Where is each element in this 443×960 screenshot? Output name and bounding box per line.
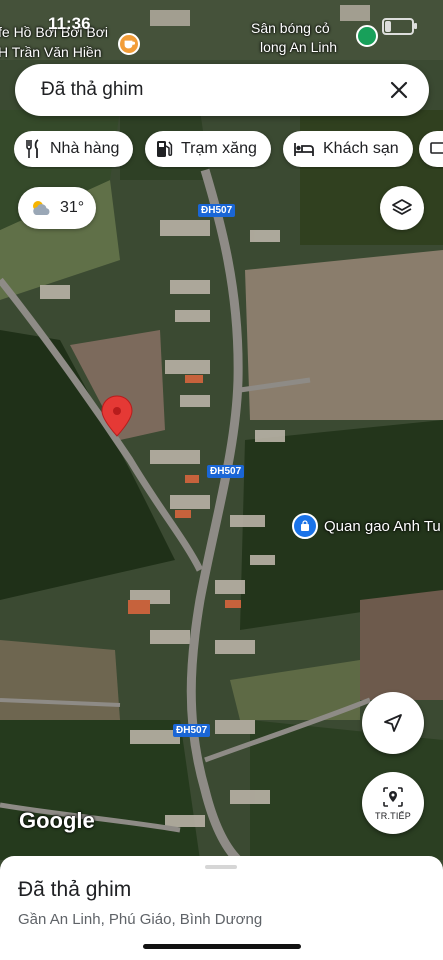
street-view-button[interactable]: TR.TIẾP xyxy=(362,772,424,834)
chip-hotels[interactable]: Khách sạn xyxy=(283,131,413,167)
shopping-bag-icon xyxy=(292,513,318,539)
category-chips: Nhà hàng Trạm xăng Khách sạn xyxy=(14,131,443,169)
road-label-2: ĐH507 xyxy=(207,465,245,478)
google-attribution: Google xyxy=(19,808,95,833)
cafe-icon[interactable] xyxy=(118,33,140,55)
restaurant-icon xyxy=(26,139,39,158)
drag-handle[interactable] xyxy=(205,865,237,869)
sheet-title: Đã thả ghim xyxy=(18,878,132,901)
layers-icon xyxy=(392,199,412,215)
chip-gas-stations[interactable]: Trạm xăng xyxy=(145,131,271,167)
street-view-icon xyxy=(383,787,403,807)
weather-chip[interactable]: 31° xyxy=(18,187,96,229)
navigation-arrow-icon xyxy=(384,714,402,732)
chip-label: Nhà hàng xyxy=(50,140,120,157)
field-bottom-right xyxy=(360,590,443,700)
weather-temperature: 31° xyxy=(60,199,85,216)
poi-shop-label: Quan gao Anh Tu xyxy=(324,517,441,535)
search-bar[interactable]: Đã thả ghim xyxy=(15,64,429,116)
status-time: 11:36 xyxy=(48,14,91,33)
chip-label: Khách sạn xyxy=(323,140,399,157)
chip-restaurants[interactable]: Nhà hàng xyxy=(14,131,134,167)
more-category-icon xyxy=(430,142,443,154)
field-right xyxy=(245,250,443,420)
partly-cloudy-icon xyxy=(33,201,50,215)
close-icon[interactable] xyxy=(383,74,415,106)
chip-more[interactable] xyxy=(419,131,443,167)
my-location-button[interactable] xyxy=(362,692,424,754)
road-label-1: ĐH507 xyxy=(198,204,236,217)
home-indicator[interactable] xyxy=(143,944,301,949)
poi-stadium-label-2[interactable]: long An Linh xyxy=(260,39,337,55)
poi-stadium-label-1[interactable]: Sân bóng cỏ xyxy=(251,20,330,36)
search-query[interactable]: Đã thả ghim xyxy=(41,79,143,101)
poi-shop[interactable]: Quan gao Anh Tu xyxy=(292,513,441,539)
hotel-icon xyxy=(294,143,314,156)
gas-station-icon xyxy=(157,141,173,157)
field-bottom-left xyxy=(0,640,120,720)
stadium-icon[interactable] xyxy=(356,25,378,47)
poi-cafe-label-2[interactable]: H Trần Văn Hiền xyxy=(0,44,102,60)
battery-icon xyxy=(382,18,417,35)
sheet-address: Gần An Linh, Phú Giáo, Bình Dương xyxy=(18,911,263,928)
street-view-label: TR.TIẾP xyxy=(375,811,411,821)
road-label-3: ĐH507 xyxy=(173,724,211,737)
layers-button[interactable] xyxy=(380,186,424,230)
chip-label: Trạm xăng xyxy=(181,140,257,157)
